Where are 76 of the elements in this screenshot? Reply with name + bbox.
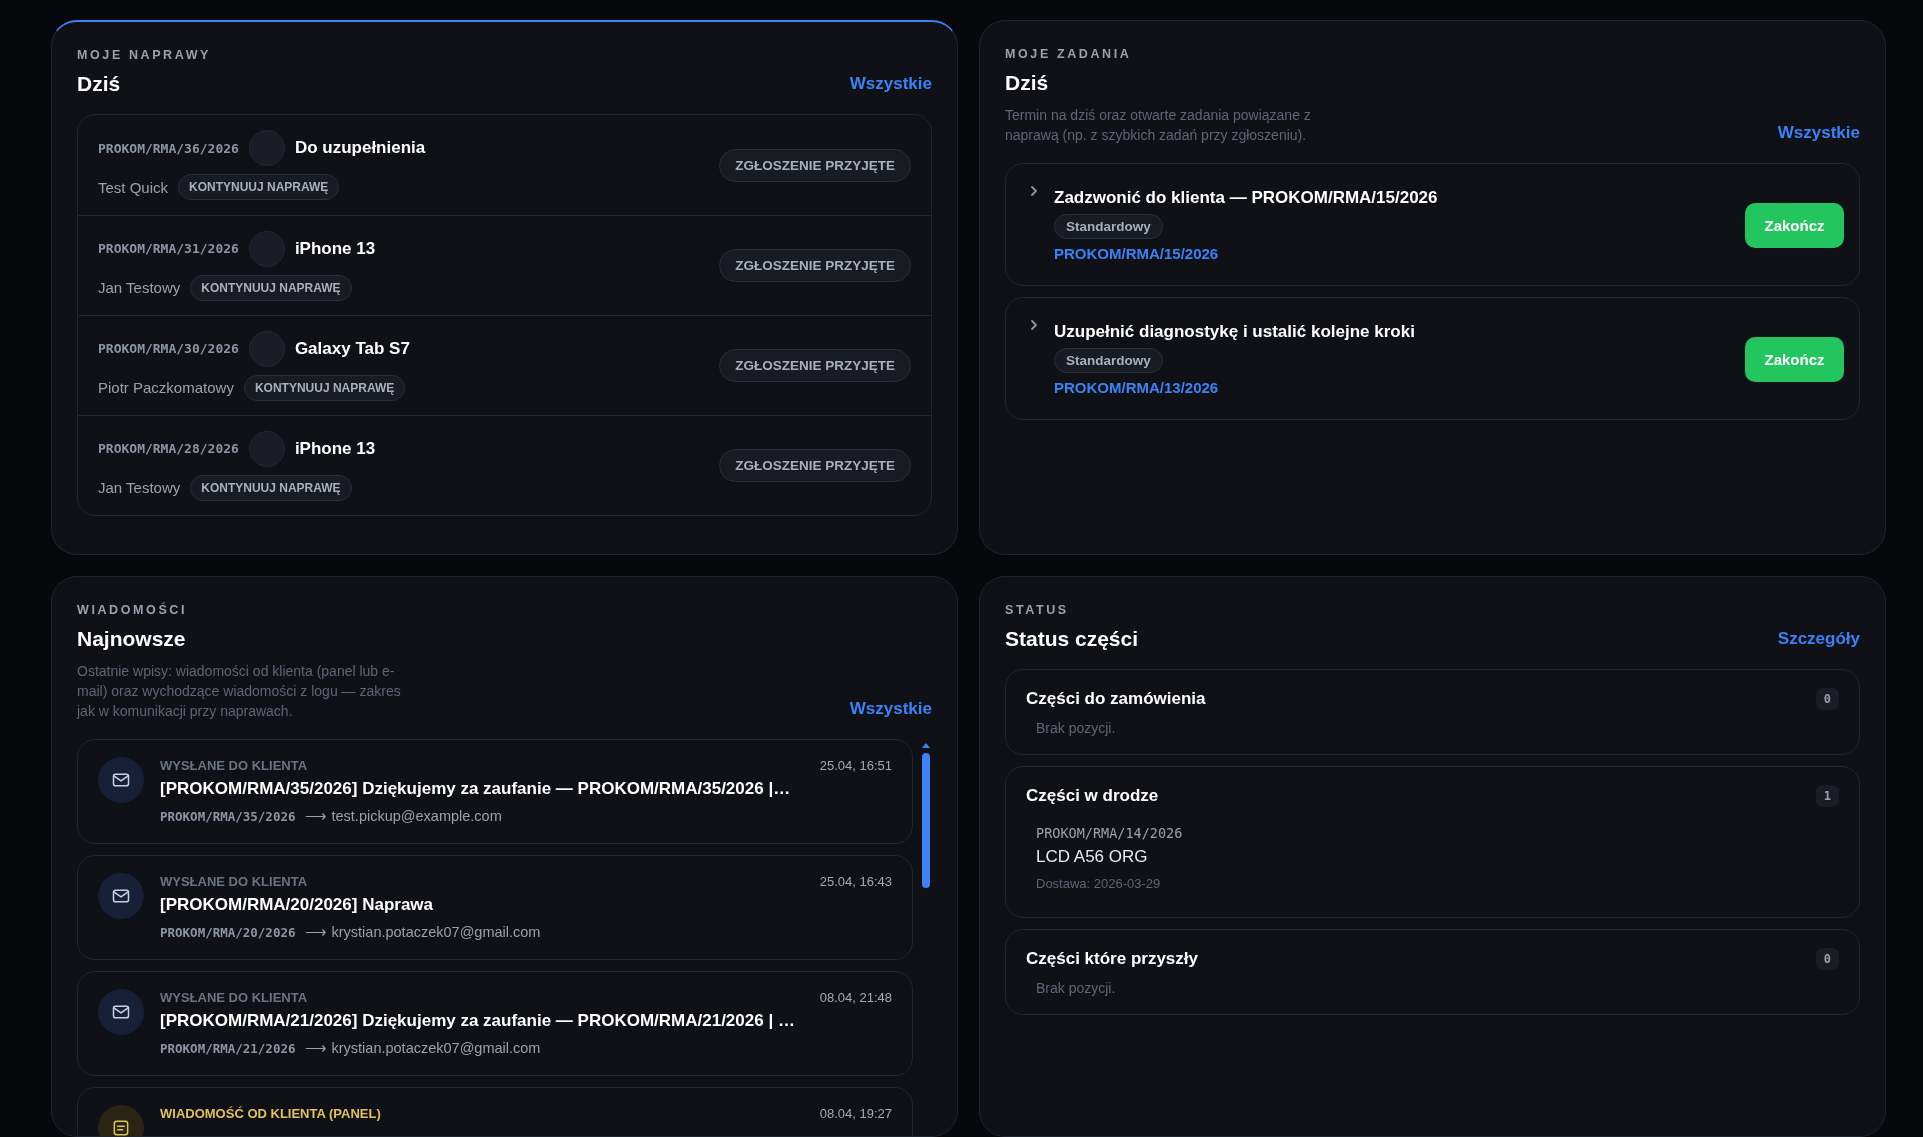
panel-title: Najnowsze: [77, 627, 187, 651]
delivery-date: Dostawa: 2026-03-29: [1036, 876, 1162, 891]
device-name: Galaxy Tab S7: [294, 338, 410, 359]
section-label: STATUS: [1005, 603, 1070, 617]
recipient-email: ⟶ test.pickup@example.com: [305, 808, 502, 824]
empty-message: Brak pozycji.: [1036, 980, 1117, 996]
repair-row[interactable]: PROKOM/RMA/36/2026 Do uzupełnienia Test Quick KONTYNUUJ NAPRAWĘ ZGŁOSZENIE PRZYJĘTE: [78, 115, 931, 215]
message-type-label: WYSŁANE DO KLIENTA: [160, 874, 308, 889]
recipient-email: ⟶ krystian.potaczek07@gmail.com: [305, 1040, 541, 1056]
empty-message: Brak pozycji.: [1036, 720, 1117, 736]
repair-number: PROKOM/RMA/14/2026: [1036, 825, 1184, 841]
section-label: MOJE ZADANIA: [1005, 47, 1133, 61]
status-badge: ZGŁOSZENIE PRZYJĘTE: [719, 249, 911, 282]
message-type-label: WYSŁANE DO KLIENTA: [160, 990, 308, 1005]
group-title: Części w drodze: [1026, 786, 1159, 806]
view-all-link[interactable]: Szczegóły: [1777, 629, 1860, 649]
repair-row[interactable]: PROKOM/RMA/31/2026 iPhone 13 Jan Testowy KONTYNUUJ NAPRAWĘ ZGŁOSZENIE PRZYJĘTE: [78, 215, 931, 315]
panel-description: Termin na dziś oraz otwarte zadania powiązane z naprawą (np. z szybkich zadań przy zgłoszeniu).: [1005, 106, 1312, 145]
count-badge: 0: [1815, 948, 1839, 970]
device-name: Do uzupełnienia: [294, 138, 426, 158]
continue-repair-button[interactable]: KONTYNUUJ NAPRAWĘ: [190, 274, 352, 301]
message-card[interactable]: WYSŁANE DO KLIENTA 25.04, 16:51 [PROKOM/RMA/35/2026] Dziękujemy za zaufanie — PROKOM/RMA/35/2026 |… PROKOM/RMA/35/2026 ⟶ test.pickup@example.com: [77, 739, 913, 844]
continue-repair-button[interactable]: KONTYNUUJ NAPRAWĘ: [190, 474, 352, 501]
message-date: 08.04, 21:48: [819, 990, 892, 1005]
message-type-label: WIADOMOŚĆ OD KLIENTA (PANEL): [160, 1106, 381, 1121]
panel-title: Dziś: [77, 72, 122, 96]
message-date: 08.04, 19:27: [819, 1106, 892, 1121]
view-all-link[interactable]: Wszystkie: [849, 74, 932, 94]
repair-row[interactable]: PROKOM/RMA/30/2026 Galaxy Tab S7 Piotr Paczkomatowy KONTYNUUJ NAPRAWĘ ZGŁOSZENIE PRZYJĘTE: [78, 315, 931, 415]
continue-repair-button[interactable]: KONTYNUUJ NAPRAWĘ: [243, 374, 406, 401]
message-card[interactable]: WIADOMOŚĆ OD KLIENTA (PANEL) 08.04, 19:27: [77, 1087, 913, 1136]
panel-title: Status części: [1005, 627, 1139, 651]
priority-tag: Standardowy: [1054, 348, 1163, 373]
task-title: Uzupełnić diagnostykę i ustalić kolejne kroki: [1054, 322, 1416, 342]
part-name: LCD A56 ORG: [1036, 847, 1149, 867]
group-title: Części do zamówienia: [1026, 689, 1206, 709]
count-badge: 0: [1815, 688, 1839, 710]
repair-number: PROKOM/RMA/36/2026: [98, 140, 239, 156]
device-name: iPhone 13: [294, 438, 376, 459]
status-badge: ZGŁOSZENIE PRZYJĘTE: [719, 148, 911, 182]
panel-title: Dziś: [1005, 71, 1050, 95]
recipient-email: ⟶ krystian.potaczek07@gmail.com: [305, 924, 541, 940]
section-label: MOJE NAPRAWY: [77, 48, 211, 62]
message-card[interactable]: WYSŁANE DO KLIENTA 25.04, 16:43 [PROKOM/RMA/20/2026] Naprawa PROKOM/RMA/20/2026 ⟶ krystian.potaczek07@gmail.com: [77, 855, 913, 960]
panel-description: Ostatnie wpisy: wiadomości od klienta (panel lub e-mail) oraz wychodzące wiadomości z logu — zakres jak w komunikacji przy naprawach.: [77, 662, 402, 721]
message-date: 25.04, 16:43: [819, 874, 892, 889]
client-name: Jan Testowy: [98, 479, 181, 496]
repair-number: PROKOM/RMA/28/2026: [98, 441, 239, 456]
repair-number: PROKOM/RMA/35/2026: [160, 809, 296, 824]
client-name: Test Quick: [98, 178, 169, 196]
priority-tag: Standardowy: [1054, 214, 1163, 239]
section-label: WIADOMOŚCI: [77, 603, 189, 617]
message-card[interactable]: WYSŁANE DO KLIENTA 08.04, 21:48 [PROKOM/RMA/21/2026] Dziękujemy za zaufanie — PROKOM/RMA/21/2026 | … PROKOM/RMA/21/2026 ⟶ krystian.potaczek07@gmail.com: [77, 971, 913, 1076]
count-badge: 1: [1815, 785, 1839, 807]
message-subject: [PROKOM/RMA/21/2026] Dziękujemy za zaufanie — PROKOM/RMA/21/2026 | …: [160, 1011, 796, 1031]
repair-number: PROKOM/RMA/31/2026: [98, 241, 239, 256]
client-name: Jan Testowy: [98, 279, 181, 296]
message-subject: [PROKOM/RMA/35/2026] Dziękujemy za zaufanie — PROKOM/RMA/35/2026 |…: [160, 779, 792, 799]
continue-repair-button[interactable]: KONTYNUUJ NAPRAWĘ: [178, 174, 340, 200]
repair-number: PROKOM/RMA/20/2026: [160, 925, 296, 940]
message-subject: [PROKOM/RMA/20/2026] Naprawa: [160, 895, 435, 915]
group-title: Części które przyszły: [1026, 949, 1198, 969]
view-all-link[interactable]: Wszystkie: [849, 699, 932, 719]
status-badge: ZGŁOSZENIE PRZYJĘTE: [719, 349, 911, 382]
repair-number: PROKOM/RMA/21/2026: [160, 1041, 296, 1056]
repair-link[interactable]: PROKOM/RMA/13/2026: [1054, 379, 1219, 396]
repair-link[interactable]: PROKOM/RMA/15/2026: [1054, 245, 1219, 262]
status-badge: ZGŁOSZENIE PRZYJĘTE: [719, 449, 911, 482]
view-all-link[interactable]: Wszystkie: [1777, 123, 1860, 143]
message-date: 25.04, 16:51: [819, 758, 892, 773]
task-title: Zadzwonić do klienta — PROKOM/RMA/15/2026: [1054, 188, 1439, 208]
message-type-label: WYSŁANE DO KLIENTA: [160, 758, 308, 773]
repair-number: PROKOM/RMA/30/2026: [98, 341, 239, 356]
client-name: Piotr Paczkomatowy: [98, 379, 234, 396]
repair-row[interactable]: PROKOM/RMA/28/2026 iPhone 13 Jan Testowy KONTYNUUJ NAPRAWĘ ZGŁOSZENIE PRZYJĘTE: [78, 415, 931, 515]
device-name: iPhone 13: [294, 238, 376, 259]
